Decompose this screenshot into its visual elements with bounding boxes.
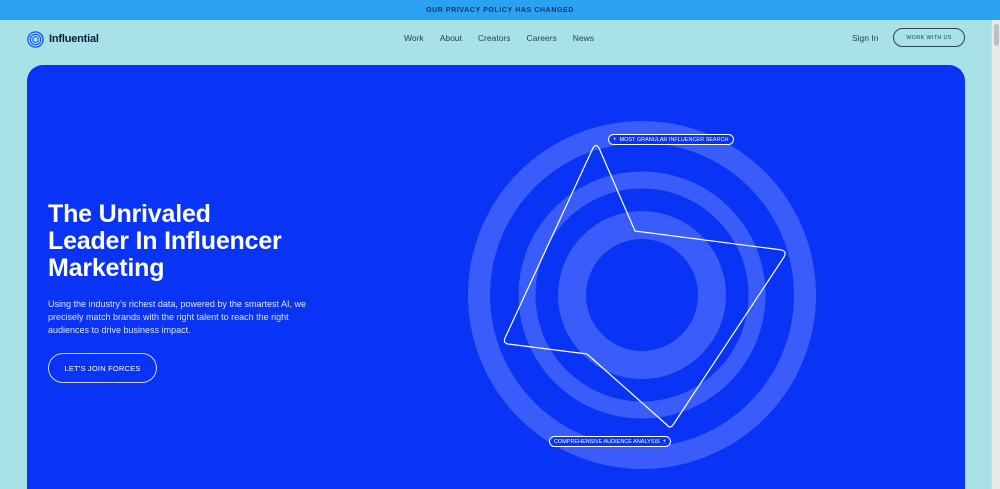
hero-section: The Unrivaled Leader In Influencer Marke… [27, 65, 965, 489]
logo-text: Influential [49, 33, 99, 45]
tag-influencer-search-label: MOST GRANULAR INFLUENCER SEARCH [619, 136, 729, 143]
nav-link-creators[interactable]: Creators [478, 33, 511, 43]
nav-link-about[interactable]: About [440, 33, 462, 43]
top-navigation: Influential Work About Creators Careers … [0, 20, 990, 58]
tag-influencer-search: + MOST GRANULAR INFLUENCER SEARCH [608, 134, 734, 145]
logo[interactable]: Influential [27, 29, 99, 49]
hero-title-line-2: Leader In Influencer [48, 227, 282, 255]
tag-audience-analysis: COMPREHENSIVE AUDIENCE ANALYSIS + [549, 436, 672, 447]
page-scrollbar[interactable] [991, 20, 1000, 489]
plus-icon: + [613, 136, 617, 143]
lets-join-forces-button[interactable]: LET'S JOIN FORCES [48, 353, 157, 383]
work-with-us-button[interactable]: WORK WITH US [893, 28, 965, 47]
plus-icon: + [662, 438, 667, 445]
hero-title-line-3: Marketing [48, 254, 165, 282]
nav-link-work[interactable]: Work [404, 33, 424, 43]
privacy-banner[interactable]: OUR PRIVACY POLICY HAS CHANGED [0, 0, 1000, 20]
concentric-circles-icon [27, 30, 44, 48]
inner-ring [558, 211, 726, 379]
tag-audience-analysis-label: COMPREHENSIVE AUDIENCE ANALYSIS [554, 438, 660, 445]
nav-link-careers[interactable]: Careers [527, 33, 557, 43]
scrollbar-thumb[interactable] [994, 24, 999, 46]
sign-in-link[interactable]: Sign In [852, 33, 878, 43]
nav-link-news[interactable]: News [573, 33, 594, 43]
hero-title: The Unrivaled Leader In Influencer Marke… [48, 201, 348, 282]
hero-title-line-1: The Unrivaled [48, 200, 211, 228]
privacy-banner-text[interactable]: OUR PRIVACY POLICY HAS CHANGED [426, 7, 574, 14]
hero-description: Using the industry’s richest data, power… [48, 299, 306, 335]
nav-links: Work About Creators Careers News [404, 33, 594, 43]
